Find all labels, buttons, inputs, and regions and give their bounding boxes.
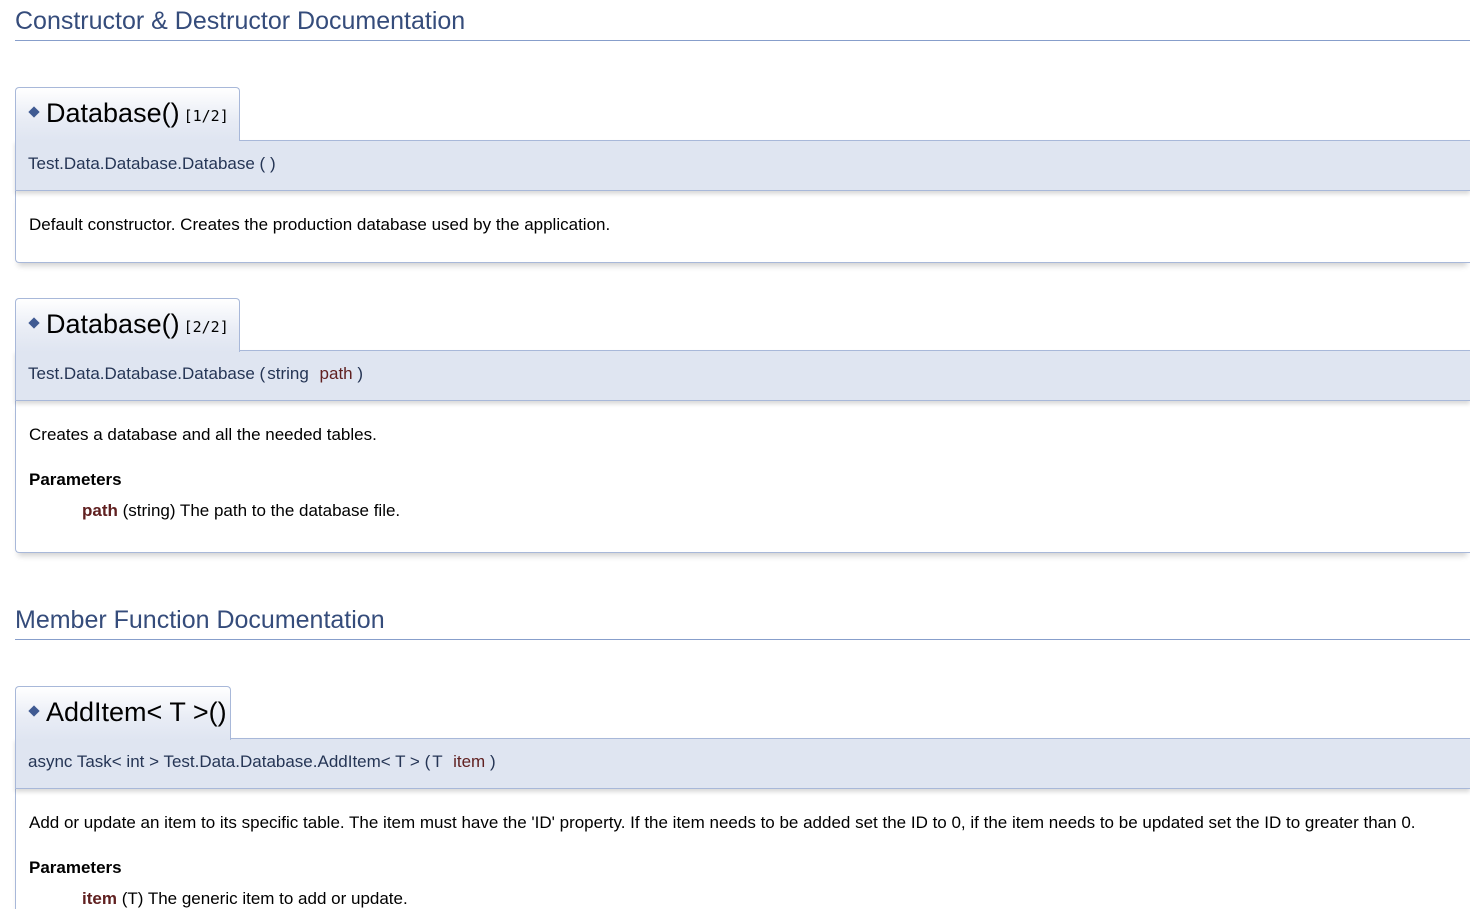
proto-close-paren: ) [357,364,364,383]
proto-param-type: string [267,364,309,383]
member-description: Default constructor. Creates the product… [29,215,611,234]
parameter-name: path [82,501,118,520]
diamond-bullet-icon [28,317,40,330]
member-prototype-database-1: Test.Data.Database.Database ( ) [15,140,1470,191]
proto-open-paren: ( [259,154,266,173]
member-title-database-2: Database() [2/2] [15,298,240,352]
member-doc-database-1: Default constructor. Creates the product… [15,190,1470,263]
diamond-bullet-icon [28,705,40,718]
member-name: Database() [46,98,180,128]
parameter-row: path (string) The path to the database f… [82,500,1470,522]
member-description: Add or update an item to its specific ta… [29,813,1416,832]
member-name: Database() [46,309,180,339]
proto-param-type: T [432,752,443,771]
proto-close-paren: ) [489,752,496,771]
member-doc-database-2: Creates a database and all the needed ta… [15,400,1470,553]
overload-indicator: [1/2] [183,107,229,125]
section-header-constructors: Constructor & Destructor Documentation [15,7,1470,41]
proto-param-name[interactable]: item [453,752,485,771]
proto-param-name[interactable]: path [320,364,353,383]
parameter-description: (T) The generic item to add or update. [121,889,408,908]
section-header-member-functions: Member Function Documentation [15,606,1470,640]
parameter-name: item [82,889,117,908]
member-title-additem: AddItem< T >() [15,686,231,740]
proto-open-paren: ( [424,752,431,771]
proto-signature: Test.Data.Database.Database [28,154,255,173]
documentation-page: Constructor & Destructor Documentation D… [0,0,1470,909]
parameter-description: (string) The path to the database file. [122,501,401,520]
proto-close-paren: ) [269,154,276,173]
member-title-database-1: Database() [1/2] [15,87,240,141]
member-name: AddItem< T >() [46,697,227,727]
parameter-row: item (T) The generic item to add or upda… [82,888,1470,909]
member-description: Creates a database and all the needed ta… [29,425,377,444]
proto-signature: Test.Data.Database.Database [28,364,255,383]
parameters-heading: Parameters [29,858,122,877]
proto-signature: async Task< int > Test.Data.Database.Add… [28,752,420,771]
overload-indicator: [2/2] [183,318,229,336]
member-prototype-additem: async Task< int > Test.Data.Database.Add… [15,738,1470,789]
member-doc-additem: Add or update an item to its specific ta… [15,788,1470,909]
parameters-heading: Parameters [29,470,122,489]
proto-open-paren: ( [259,364,266,383]
member-prototype-database-2: Test.Data.Database.Database (string path… [15,350,1470,401]
diamond-bullet-icon [28,106,40,119]
